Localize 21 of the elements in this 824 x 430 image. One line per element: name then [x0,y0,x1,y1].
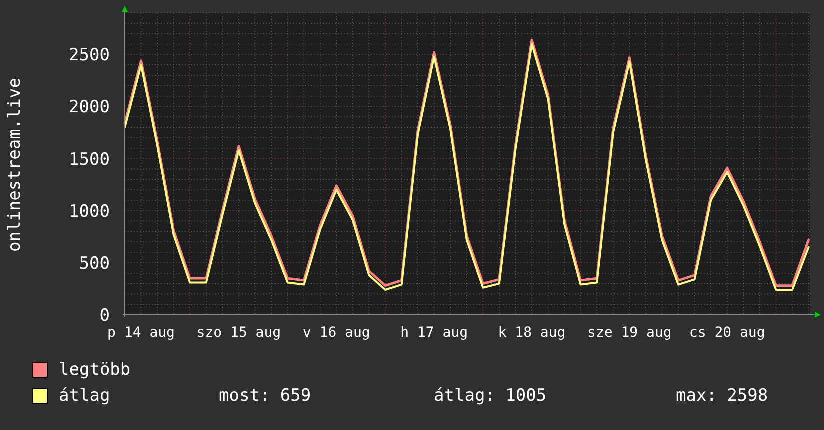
y-tick-label: 0 [100,306,110,326]
legend-label: átlag [59,386,112,406]
legend-swatch [32,388,48,404]
y-tick-label: 500 [79,254,110,274]
legend-swatch [32,362,48,378]
stat-value: most: 659 [219,386,312,406]
x-tick-label: sze 19 aug [588,325,672,341]
stat-value: átlag: 1005 [434,386,548,406]
x-tick-label: cs 20 aug [689,325,766,341]
x-tick-label: v 16 aug [302,325,370,341]
y-tick-label: 1500 [69,150,110,170]
stat-value: max: 2598 [676,386,768,406]
y-tick-label: 1000 [69,202,110,222]
y-tick-label: 2500 [69,46,110,66]
legend-label: legtöbb [59,360,132,380]
x-tick-label: szo 15 aug [196,325,282,341]
y-axis-title: onlinestream.live [5,78,25,252]
y-tick-label: 2000 [69,98,110,118]
x-tick-label: k 18 aug [498,325,566,341]
x-tick-label: p 14 aug [108,325,175,341]
x-tick-label: h 17 aug [400,325,468,341]
